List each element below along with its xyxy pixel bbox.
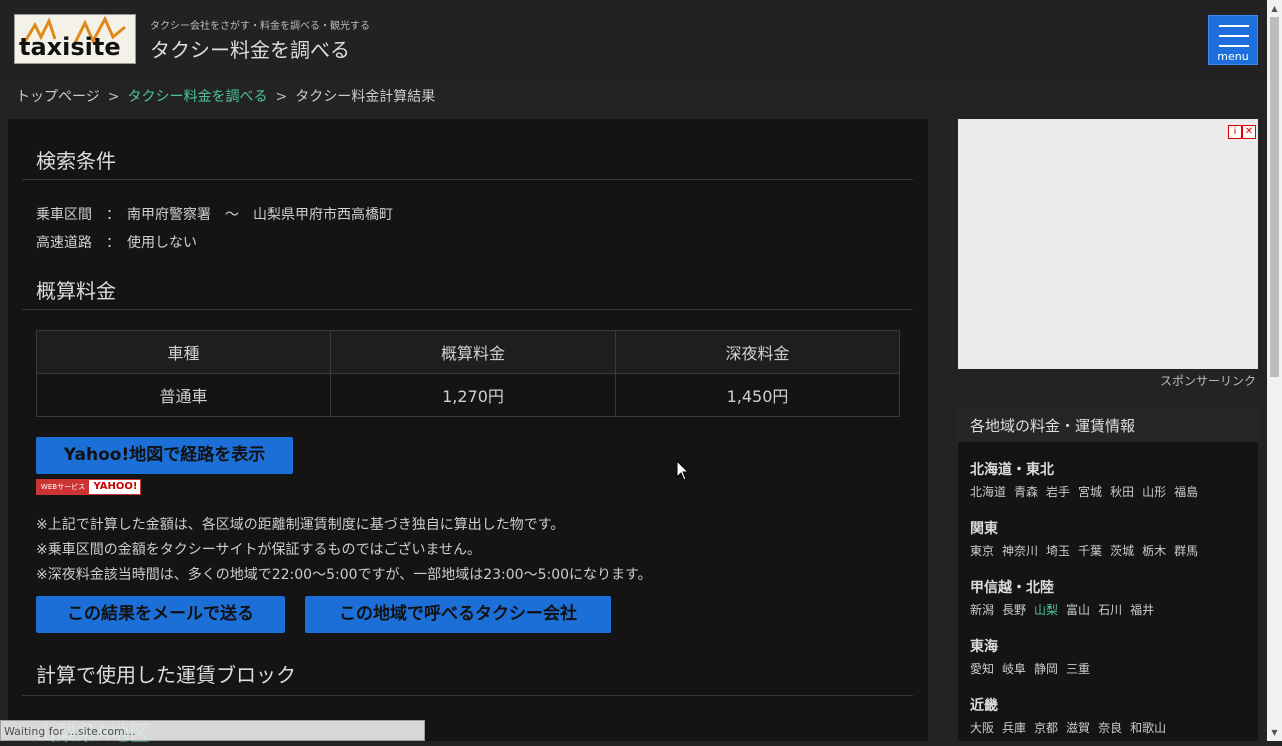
night-fare-cell: 1,450円 bbox=[615, 373, 900, 417]
breadcrumb-separator: > bbox=[107, 89, 120, 105]
hamburger-icon bbox=[1219, 25, 1249, 27]
prefecture-list: 愛知 岐阜 静岡 三重 bbox=[970, 660, 1098, 677]
menu-label: menu bbox=[1217, 50, 1249, 63]
yahoo-map-route-button[interactable]: Yahoo!地図で経路を表示 bbox=[36, 437, 293, 474]
breadcrumb: トップページ > タクシー料金を調べる > タクシー料金計算結果 bbox=[16, 86, 435, 106]
prefecture-link[interactable]: 青森 bbox=[1014, 485, 1038, 499]
site-header: taxisite タクシー会社をさがす・料金を調べる・観光する タクシー料金を調… bbox=[0, 0, 1267, 79]
region-title: 北海道・東北 bbox=[970, 462, 1054, 478]
column-header-vehicle: 車種 bbox=[36, 330, 331, 374]
fare-table-header-row: 車種 概算料金 深夜料金 bbox=[36, 330, 900, 374]
ad-controls: i ✕ bbox=[1228, 119, 1258, 139]
breadcrumb-separator: > bbox=[275, 89, 288, 105]
prefecture-link[interactable]: 福井 bbox=[1130, 603, 1154, 617]
prefecture-link[interactable]: 愛知 bbox=[970, 662, 994, 676]
note-line: ※深夜料金該当時間は、多くの地域で22:00～5:00ですが、一部地域は23:0… bbox=[36, 567, 652, 583]
prefecture-link[interactable]: 山形 bbox=[1142, 485, 1166, 499]
logo-text: taxisite bbox=[19, 33, 121, 61]
region-title: 関東 bbox=[970, 521, 998, 537]
ad-info-icon[interactable]: i bbox=[1228, 125, 1242, 139]
prefecture-link[interactable]: 奈良 bbox=[1098, 721, 1122, 735]
fare-cell: 1,270円 bbox=[330, 373, 616, 417]
prefecture-link[interactable]: 福島 bbox=[1174, 485, 1198, 499]
fare-table: 車種 概算料金 深夜料金 普通車 1,270円 1,450円 bbox=[36, 330, 900, 417]
estimated-fare-heading: 概算料金 bbox=[36, 279, 116, 303]
prefecture-link[interactable]: 新潟 bbox=[970, 603, 994, 617]
prefecture-list: 北海道 青森 岩手 宮城 秋田 山形 福島 bbox=[970, 483, 1206, 500]
column-header-night-fare: 深夜料金 bbox=[615, 330, 900, 374]
prefecture-link[interactable]: 千葉 bbox=[1078, 544, 1102, 558]
region-title: 東海 bbox=[970, 639, 998, 655]
prefecture-list: 新潟 長野 山梨 富山 石川 福井 bbox=[970, 601, 1162, 618]
site-logo[interactable]: taxisite bbox=[14, 14, 136, 64]
breadcrumb-parent-link[interactable]: タクシー料金を調べる bbox=[127, 89, 267, 105]
prefecture-link[interactable]: 滋賀 bbox=[1066, 721, 1090, 735]
region-title: 近畿 bbox=[970, 698, 998, 714]
hamburger-icon-bar bbox=[1219, 45, 1249, 47]
prefecture-link[interactable]: 埼玉 bbox=[1046, 544, 1070, 558]
prefecture-link[interactable]: 大阪 bbox=[970, 721, 994, 735]
site-tagline: タクシー会社をさがす・料金を調べる・観光する bbox=[150, 21, 370, 32]
web-service-label: WEBサービス bbox=[37, 480, 89, 494]
divider bbox=[22, 695, 913, 696]
region-fare-panel: 各地域の料金・運賃情報 北海道・東北 北海道 青森 岩手 宮城 秋田 山形 福島 関東 東京… bbox=[958, 407, 1258, 741]
page-title: タクシー料金を調べる bbox=[150, 38, 350, 62]
prefecture-link[interactable]: 北海道 bbox=[970, 485, 1006, 499]
region-panel-heading: 各地域の料金・運賃情報 bbox=[958, 407, 1258, 442]
divider bbox=[22, 179, 913, 180]
prefecture-link[interactable]: 秋田 bbox=[1110, 485, 1134, 499]
prefecture-link[interactable]: 宮城 bbox=[1078, 485, 1102, 499]
ad-close-icon[interactable]: ✕ bbox=[1242, 125, 1256, 139]
prefecture-link[interactable]: 京都 bbox=[1034, 721, 1058, 735]
scroll-up-arrow-icon[interactable]: ▲ bbox=[1267, 0, 1282, 17]
scroll-down-arrow-icon[interactable]: ▼ bbox=[1267, 724, 1282, 741]
menu-button[interactable]: menu bbox=[1208, 15, 1258, 65]
yahoo-credit-badge[interactable]: WEBサービス YAHOO! bbox=[36, 479, 141, 495]
region-title: 甲信越・北陸 bbox=[970, 580, 1054, 596]
divider bbox=[22, 309, 913, 310]
page-scrollbar[interactable]: ▲ ▼ bbox=[1267, 0, 1282, 741]
scrollbar-thumb[interactable] bbox=[1270, 17, 1279, 377]
hamburger-icon-bar bbox=[1219, 35, 1249, 37]
prefecture-link[interactable]: 岩手 bbox=[1046, 485, 1070, 499]
note-line: ※上記で計算した金額は、各区域の距離制運賃制度に基づき独自に算出した物です。 bbox=[36, 517, 565, 533]
main-content: 検索条件 乗車区間 ： 南甲府警察署 ～ 山梨県甲府市西高橋町 高速道路 ： 使… bbox=[8, 119, 928, 745]
find-taxi-company-button[interactable]: この地域で呼べるタクシー会社 bbox=[305, 596, 611, 633]
advertisement[interactable]: i ✕ bbox=[958, 119, 1258, 369]
taxisite-logo-icon: taxisite bbox=[19, 15, 126, 61]
prefecture-link[interactable]: 栃木 bbox=[1142, 544, 1166, 558]
sponsored-link-label: スポンサーリンク bbox=[1160, 374, 1257, 388]
note-line: ※乗車区間の金額をタクシーサイトが保証するものではございません。 bbox=[36, 542, 482, 558]
prefecture-link[interactable]: 長野 bbox=[1002, 603, 1026, 617]
prefecture-link-active[interactable]: 山梨 bbox=[1034, 603, 1058, 617]
prefecture-link[interactable]: 富山 bbox=[1066, 603, 1090, 617]
prefecture-list: 東京 神奈川 埼玉 千葉 茨城 栃木 群馬 bbox=[970, 542, 1206, 559]
prefecture-link[interactable]: 茨城 bbox=[1110, 544, 1134, 558]
vehicle-type-cell: 普通車 bbox=[36, 373, 331, 417]
prefecture-link[interactable]: 東京 bbox=[970, 544, 994, 558]
breadcrumb-current: タクシー料金計算結果 bbox=[295, 89, 436, 105]
prefecture-link[interactable]: 岐阜 bbox=[1002, 662, 1026, 676]
prefecture-link[interactable]: 三重 bbox=[1066, 662, 1090, 676]
prefecture-link[interactable]: 静岡 bbox=[1034, 662, 1058, 676]
highway-info: 高速道路 ： 使用しない bbox=[36, 235, 197, 251]
prefecture-link[interactable]: 兵庫 bbox=[1002, 721, 1026, 735]
prefecture-list: 大阪 兵庫 京都 滋賀 奈良 和歌山 bbox=[970, 719, 1174, 736]
route-info: 乗車区間 ： 南甲府警察署 ～ 山梨県甲府市西高橋町 bbox=[36, 207, 393, 223]
breadcrumb-home[interactable]: トップページ bbox=[16, 89, 100, 105]
yahoo-logo: YAHOO! bbox=[93, 481, 138, 492]
table-row: 普通車 1,270円 1,450円 bbox=[36, 373, 900, 417]
search-conditions-heading: 検索条件 bbox=[36, 149, 116, 173]
mouse-cursor-icon bbox=[676, 459, 690, 486]
browser-status-bar: Waiting for ...site.com... bbox=[0, 720, 425, 741]
prefecture-link[interactable]: 群馬 bbox=[1174, 544, 1198, 558]
send-result-email-button[interactable]: この結果をメールで送る bbox=[36, 596, 285, 633]
fare-block-heading: 計算で使用した運賃ブロック bbox=[36, 663, 296, 687]
prefecture-link[interactable]: 和歌山 bbox=[1130, 721, 1166, 735]
prefecture-link[interactable]: 神奈川 bbox=[1002, 544, 1038, 558]
prefecture-link[interactable]: 石川 bbox=[1098, 603, 1122, 617]
column-header-fare: 概算料金 bbox=[330, 330, 616, 374]
